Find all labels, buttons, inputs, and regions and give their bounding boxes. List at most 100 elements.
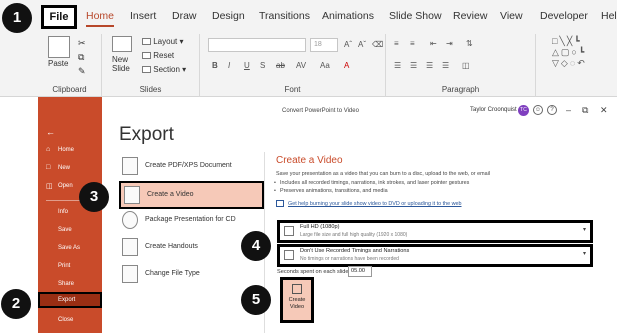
minimize-icon[interactable]: – xyxy=(566,105,571,115)
new-slide-button[interactable]: New Slide xyxy=(112,55,130,73)
section-button[interactable]: Section ▾ xyxy=(142,65,186,74)
copy-icon[interactable]: ⧉ xyxy=(78,52,84,63)
bullets-icon[interactable]: ≡ xyxy=(394,39,399,48)
restore-icon[interactable]: ⧉ xyxy=(582,105,588,116)
group-label-slides: Slides xyxy=(139,85,162,94)
underline-button[interactable]: U xyxy=(244,61,250,70)
increase-indent-icon[interactable]: ⇥ xyxy=(446,39,453,48)
tab-home[interactable]: Home xyxy=(86,10,115,27)
tab-slide-show[interactable]: Slide Show xyxy=(389,10,442,22)
tab-review[interactable]: Review xyxy=(453,10,487,22)
user-name[interactable]: Taylor Croonquist xyxy=(470,107,517,113)
video-quality-dropdown[interactable]: Full HD (1080p) Large file size and full… xyxy=(277,220,593,243)
line-spacing-icon[interactable]: ⇅ xyxy=(466,39,473,48)
align-left-icon[interactable]: ☰ xyxy=(394,61,401,70)
panel-description: Save your presentation as a video that y… xyxy=(276,171,490,177)
backstage-nav: ← ⌂ Home □ New ◫ Open Info Save Save As Pri… xyxy=(38,97,102,333)
option-label: Package Presentation for CD xyxy=(145,216,236,223)
export-view: Convert PowerPoint to Video Taylor Croon… xyxy=(102,97,617,333)
option-label: Change File Type xyxy=(145,270,200,277)
quality-title: Full HD (1080p) xyxy=(300,224,340,230)
font-color-button[interactable]: A xyxy=(344,61,349,70)
timings-subtitle: No timings or narrations have been recor… xyxy=(300,256,399,262)
layout-button[interactable]: Layout ▾ xyxy=(142,37,184,46)
nav-close[interactable]: Close xyxy=(38,317,102,323)
nav-home[interactable]: ⌂ Home xyxy=(38,146,102,153)
option-label: Create Handouts xyxy=(145,243,198,250)
decrease-indent-icon[interactable]: ⇤ xyxy=(430,39,437,48)
nav-new[interactable]: □ New xyxy=(38,164,102,171)
section-icon xyxy=(142,66,151,74)
tab-design[interactable]: Design xyxy=(212,10,245,22)
step-badge-4: 4 xyxy=(241,231,271,261)
seconds-input[interactable]: 05.00 xyxy=(348,266,372,277)
timings-title: Don't Use Recorded Timings and Narration… xyxy=(300,248,410,254)
option-label: Create a Video xyxy=(147,191,194,198)
font-size-input[interactable]: 18 xyxy=(310,38,338,52)
timings-dropdown[interactable]: Don't Use Recorded Timings and Narration… xyxy=(277,244,593,267)
smiley-icon[interactable]: ☺ xyxy=(533,105,543,115)
close-icon[interactable]: ✕ xyxy=(600,105,608,116)
cut-icon[interactable]: ✂ xyxy=(78,38,86,49)
help-link[interactable]: Get help burning your slide show video t… xyxy=(288,201,462,207)
option-create-video[interactable]: Create a Video xyxy=(119,181,264,209)
tab-insert[interactable]: Insert xyxy=(130,10,156,22)
change-case-button[interactable]: Aa xyxy=(320,61,330,70)
layout-label: Layout xyxy=(153,37,178,46)
file-type-icon xyxy=(122,265,138,283)
dvd-help-icon xyxy=(276,200,284,207)
chevron-down-icon: ▾ xyxy=(582,227,586,233)
avatar[interactable]: TC xyxy=(518,105,529,116)
font-name-input[interactable] xyxy=(208,38,306,52)
ribbon-tabs: File Home Insert Draw Design Transitions… xyxy=(0,0,617,34)
nav-print[interactable]: Print xyxy=(38,263,102,269)
option-change-file-type[interactable]: Change File Type xyxy=(119,262,264,290)
spacing-button[interactable]: AV xyxy=(296,61,306,70)
create-video-button[interactable]: Create Video xyxy=(280,277,314,323)
shadow-button[interactable]: S xyxy=(260,61,265,70)
seconds-label: Seconds spent on each slide: xyxy=(277,269,351,275)
tab-file[interactable]: File xyxy=(41,5,77,29)
window-title: Convert PowerPoint to Video xyxy=(282,108,359,114)
grow-font-icon[interactable]: Aˆ xyxy=(344,40,352,49)
shrink-font-icon[interactable]: Aˇ xyxy=(358,40,366,49)
step-badge-5: 5 xyxy=(241,285,271,315)
back-arrow-icon[interactable]: ← xyxy=(38,127,102,137)
shapes-gallery[interactable]: □╲╳┗ △▢○┗ ▽◇◌↶ xyxy=(552,36,587,69)
chevron-down-icon: ▾ xyxy=(582,251,586,257)
group-slides: New Slide Layout ▾ Reset Section ▾ Slide… xyxy=(102,34,200,97)
create-video-label: Create Video xyxy=(288,297,306,310)
reset-button[interactable]: Reset xyxy=(142,51,174,60)
italic-button[interactable]: I xyxy=(228,61,230,70)
help-icon[interactable]: ? xyxy=(547,105,557,115)
paste-icon xyxy=(48,36,70,58)
tab-help[interactable]: Help xyxy=(601,10,617,22)
justify-icon[interactable]: ☰ xyxy=(442,61,449,70)
align-right-icon[interactable]: ☰ xyxy=(426,61,433,70)
tab-developer[interactable]: Developer xyxy=(540,10,588,22)
group-font: 18 Aˆ Aˇ ⌫ B I U S ab AV Aa A Font xyxy=(200,34,386,97)
clear-format-icon[interactable]: ⌫ xyxy=(372,40,383,49)
monitor-icon xyxy=(284,226,294,236)
group-drawing: □╲╳┗ △▢○┗ ▽◇◌↶ xyxy=(548,34,617,97)
strikethrough-button[interactable]: ab xyxy=(276,61,285,70)
tab-view[interactable]: View xyxy=(500,10,523,22)
option-package-cd[interactable]: Package Presentation for CD xyxy=(119,208,264,236)
paste-button[interactable]: Paste xyxy=(48,59,68,68)
format-painter-icon[interactable]: ✎ xyxy=(78,66,86,77)
nav-save[interactable]: Save xyxy=(38,227,102,233)
align-center-icon[interactable]: ☰ xyxy=(410,61,417,70)
numbering-icon[interactable]: ≡ xyxy=(410,39,415,48)
new-file-icon: □ xyxy=(46,164,51,171)
columns-icon[interactable]: ◫ xyxy=(462,61,470,70)
nav-export[interactable]: Export xyxy=(38,292,102,308)
home-icon: ⌂ xyxy=(46,146,51,153)
option-label: Create PDF/XPS Document xyxy=(145,162,232,169)
nav-save-as[interactable]: Save As xyxy=(38,245,102,251)
bold-button[interactable]: B xyxy=(212,61,218,70)
nav-share[interactable]: Share xyxy=(38,281,102,287)
tab-animations[interactable]: Animations xyxy=(322,10,374,22)
tab-transitions[interactable]: Transitions xyxy=(259,10,310,22)
tab-draw[interactable]: Draw xyxy=(172,10,197,22)
option-create-pdf[interactable]: Create PDF/XPS Document xyxy=(119,154,264,182)
